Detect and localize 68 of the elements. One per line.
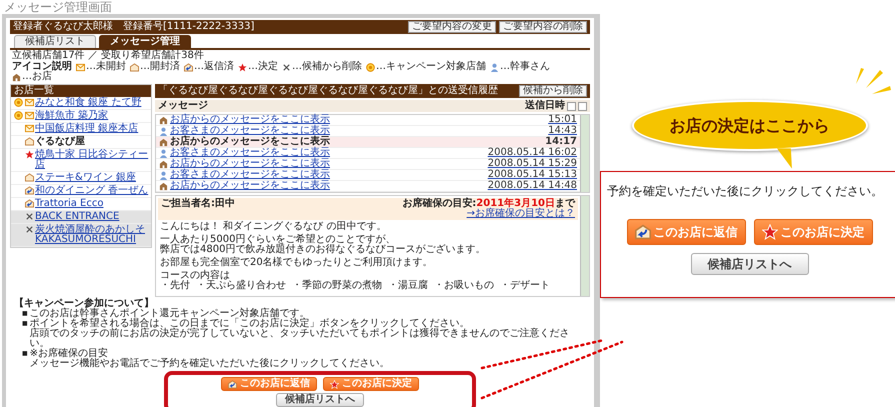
history-title: 「ぐるなび屋ぐるなび屋ぐるなび屋ぐるなび屋ぐるなび屋」との送受信履歴 [158, 86, 498, 96]
timestamp: 2008.05.14 15:29 [488, 159, 577, 169]
sort-down-button[interactable] [578, 102, 587, 110]
column-header: メッセージ [158, 101, 208, 111]
shop-item[interactable]: ステーキ&ワイン 銀座 [11, 172, 151, 185]
message-line: 弊店では4800円で飲み放題付きのお得なぐるなびコースがございます。 [160, 245, 486, 255]
timestamp: 14:17 [545, 137, 577, 147]
shop-item[interactable]: ぐるなび屋 [11, 136, 151, 149]
course-item: ・先付 [160, 281, 190, 291]
callout-text: 予約を確定いただいた後にクリックしてください。 [607, 184, 883, 199]
shop-item[interactable]: 和のダイニング 香一ぜん [11, 185, 151, 198]
course-item: ・季節の野菜の煮物 [292, 281, 382, 291]
legend-text: …キャンペーン対象店舗 [376, 62, 486, 72]
shop-item[interactable]: 海鮮魚市 築乃家 [11, 110, 151, 123]
campaign-title: 【キャンペーン参加について】 [14, 299, 154, 309]
store-counts: 立候補店舗17件 ／ 受取り希望店舗計38件 [11, 50, 204, 61]
page-title: メッセージ管理画面 [3, 0, 113, 14]
legend-text: …お店 [22, 72, 52, 82]
scrollbar[interactable] [580, 196, 589, 296]
message-line: こんにちは！ 和ダイニングぐるなび の田中です。 [160, 222, 388, 232]
star-icon [762, 224, 778, 240]
course-item: ・お吸いもの [434, 281, 494, 291]
user-info: 登録者ぐるなび太郎様 登録番号[1111-2222-3333] [13, 22, 254, 32]
campaign-note: ポイントを希望される場合は、この日までに「このお店に決定」ボタンをクリックしてください。 [30, 319, 471, 329]
scrollbar[interactable] [580, 115, 589, 192]
legend-text: …決定 [248, 62, 278, 72]
tab[interactable]: 候補店リスト [14, 35, 96, 48]
timestamp: 15:01 [548, 115, 577, 125]
message-line: コースの内容は [160, 271, 230, 281]
sort-up-button[interactable] [567, 102, 576, 110]
deadline-text: お席確保の目安:2011年3月10日 まで [402, 199, 575, 209]
campaign-note: ※お席確保の目安 [30, 349, 108, 359]
message-line: お部屋も完全個室で20名様でもゆったりとご利用頂けます。 [160, 258, 434, 268]
shop-list-title: お店一覧 [11, 85, 151, 97]
course-item: ・湯豆腐 [388, 281, 428, 291]
course-item: ・デザート [500, 281, 550, 291]
reply-envelope-icon [228, 380, 237, 388]
request-button[interactable]: ご要望内容の削除 [499, 21, 587, 33]
deadline-help-link[interactable]: →お席確保の目安とは？ [466, 209, 575, 219]
shop-item[interactable]: BACK ENTRANCE [11, 211, 151, 224]
back-to-list-button[interactable]: 候補店リストへ [276, 393, 364, 407]
legend-label: アイコン説明 [12, 62, 72, 72]
shop-item[interactable]: 焼鳥十家 日比谷シティー 店 [11, 149, 151, 172]
message-row[interactable]: お店からのメッセージをここに表示 14:17 [156, 137, 580, 148]
tab[interactable]: メッセージ管理 [99, 35, 191, 48]
back-to-list-button[interactable]: 候補店リストへ [690, 252, 808, 275]
legend-text: …幹事さん [500, 62, 550, 72]
campaign-note: 店頭でのタッチの前にお店の決定が完了していないと、タッチいただいてもポイントは獲得できませんのでご注意ください。 [30, 329, 571, 349]
timestamp: 2008.05.14 16:02 [488, 148, 577, 158]
timestamp: 2008.05.14 15:13 [488, 170, 577, 180]
legend-text: …返信済 [194, 62, 234, 72]
speech-bubble: お店の決定はここから [632, 100, 868, 152]
star-icon [330, 380, 339, 388]
message-line: 一人あたり5000円ぐらいをご希望とのことですが、 [160, 235, 396, 245]
legend-text: …未開封 [86, 62, 126, 72]
campaign-note: このお店は幹事さんポイント還元キャンペーン対象店舗です。 [30, 309, 310, 319]
timestamp: 14:43 [548, 126, 577, 136]
timestamp: 2008.05.14 14:48 [488, 181, 577, 191]
legend-text: …開封済 [140, 62, 180, 72]
course-item: ・天ぷら盛り合わせ [196, 281, 286, 291]
contact-name: ご担当者名:田中 [161, 199, 235, 211]
legend-text: …候補から削除 [292, 62, 362, 72]
campaign-note: メッセージ機能やお電話でご予約を確定いただいた後にクリックしてください。 [30, 359, 390, 369]
request-button[interactable]: ご要望内容の変更 [408, 21, 496, 33]
reply-envelope-icon [634, 224, 650, 240]
remove-candidate-button[interactable]: 候補から削除 [519, 85, 587, 97]
column-header: 送信日時 [525, 101, 565, 111]
shop-item[interactable]: 中国飯店料理 銀座本店 [11, 123, 151, 136]
